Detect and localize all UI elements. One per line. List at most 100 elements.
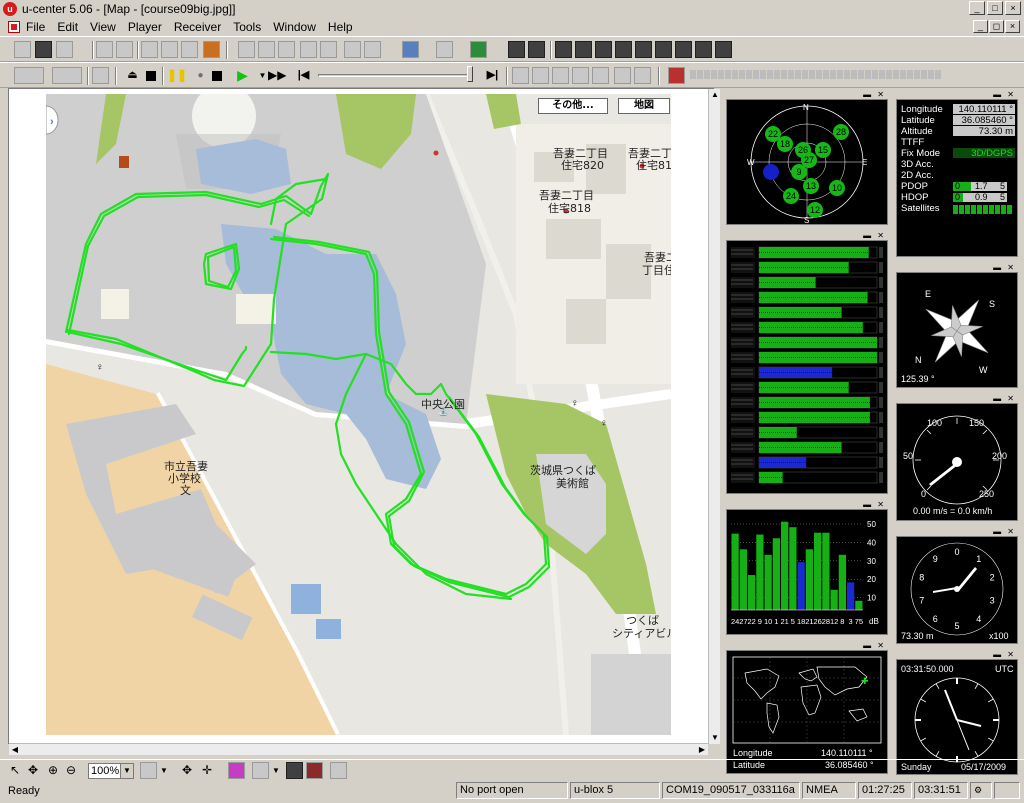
baudrate-icon[interactable] bbox=[52, 67, 82, 84]
layer-icon[interactable] bbox=[140, 762, 157, 779]
scroll-down-icon[interactable]: ▼ bbox=[709, 732, 721, 744]
deviation-map-icon[interactable] bbox=[470, 41, 487, 58]
text-console-icon[interactable] bbox=[300, 41, 317, 58]
compass-header: ▬ ✕ bbox=[896, 263, 1018, 272]
export-map-icon[interactable] bbox=[306, 762, 323, 779]
altimeter-tick: 6 bbox=[933, 614, 938, 624]
map-view-icon[interactable] bbox=[508, 41, 525, 58]
skip-end-icon[interactable]: ▶| bbox=[484, 67, 501, 84]
layer-dropdown-icon[interactable]: ▼ bbox=[160, 762, 177, 779]
fast-forward-icon[interactable]: ▶▶ bbox=[268, 67, 286, 84]
view-g-icon[interactable] bbox=[675, 41, 692, 58]
menu-file[interactable]: File bbox=[20, 20, 51, 34]
copy-icon[interactable] bbox=[161, 41, 178, 58]
autobaud-icon[interactable] bbox=[92, 67, 109, 84]
camera-icon[interactable] bbox=[203, 41, 220, 58]
zoom-in-icon[interactable]: ⊕ bbox=[48, 762, 65, 779]
save-icon[interactable] bbox=[35, 41, 52, 58]
mdi-restore-button[interactable]: ◻ bbox=[989, 20, 1004, 33]
open-map-icon[interactable] bbox=[252, 762, 269, 779]
record-icon[interactable]: ● bbox=[192, 67, 209, 84]
pause-icon[interactable]: ❚❚ bbox=[167, 67, 187, 84]
view-d-icon[interactable] bbox=[615, 41, 632, 58]
menu-view[interactable]: View bbox=[84, 20, 122, 34]
open-folder-icon[interactable] bbox=[56, 41, 73, 58]
map-view[interactable]: › ♀ ♀ ♀ ⛲ その他... 地図 吾妻二丁目 住宅820 吾妻二丁目 住宅… bbox=[46, 94, 671, 735]
view-b-icon[interactable] bbox=[575, 41, 592, 58]
menu-tools[interactable]: Tools bbox=[227, 20, 267, 34]
settings-icon[interactable] bbox=[330, 762, 347, 779]
docking-view-icon[interactable] bbox=[238, 41, 255, 58]
maximize-button[interactable]: □ bbox=[987, 1, 1003, 15]
map-vertical-scrollbar[interactable]: ▲ ▼ bbox=[708, 89, 720, 744]
tool-a-icon[interactable] bbox=[512, 67, 529, 84]
save-map-icon[interactable] bbox=[286, 762, 303, 779]
document-icon[interactable] bbox=[8, 21, 20, 33]
scroll-right-icon[interactable]: ▶ bbox=[696, 744, 708, 756]
map-map-button[interactable]: 地図 bbox=[618, 98, 670, 114]
tool-g-icon[interactable] bbox=[634, 67, 651, 84]
statistic-view-icon[interactable] bbox=[344, 41, 361, 58]
center-icon[interactable]: ✥ bbox=[182, 762, 199, 779]
messages-view-icon[interactable] bbox=[320, 41, 337, 58]
nmea-icon[interactable] bbox=[228, 762, 245, 779]
mdi-minimize-button[interactable]: _ bbox=[973, 20, 988, 33]
menu-help[interactable]: Help bbox=[322, 20, 359, 34]
mdi-close-button[interactable]: × bbox=[1005, 20, 1020, 33]
paste-icon[interactable] bbox=[181, 41, 198, 58]
scroll-up-icon[interactable]: ▲ bbox=[709, 89, 721, 101]
playback-slider[interactable] bbox=[318, 74, 470, 77]
tool-d-icon[interactable] bbox=[572, 67, 589, 84]
view-c-icon[interactable] bbox=[595, 41, 612, 58]
stop-record-icon[interactable] bbox=[212, 71, 222, 81]
minimize-button[interactable]: _ bbox=[969, 1, 985, 15]
eject-icon[interactable]: ⏏ bbox=[124, 67, 141, 84]
new-file-icon[interactable] bbox=[14, 41, 31, 58]
sat-row-label bbox=[731, 322, 755, 333]
altimeter-tick: 0 bbox=[954, 547, 959, 557]
menu-edit[interactable]: Edit bbox=[51, 20, 84, 34]
table-view-icon[interactable] bbox=[364, 41, 381, 58]
close-button[interactable]: × bbox=[1005, 1, 1021, 15]
rewind-start-icon[interactable]: |◀ bbox=[295, 67, 312, 84]
cut-icon[interactable] bbox=[141, 41, 158, 58]
zoom-out-icon[interactable]: ⊖ bbox=[66, 762, 83, 779]
stop-icon[interactable] bbox=[146, 71, 156, 81]
print-icon[interactable] bbox=[96, 41, 113, 58]
print-preview-icon[interactable] bbox=[116, 41, 133, 58]
chevron-down-icon[interactable]: ▼ bbox=[120, 764, 133, 778]
protocol-status: NMEA bbox=[802, 782, 856, 799]
tool-c-icon[interactable] bbox=[552, 67, 569, 84]
chart-view-icon[interactable] bbox=[402, 41, 419, 58]
sig-bar bbox=[814, 532, 822, 610]
track-icon[interactable]: ✛ bbox=[202, 762, 219, 779]
connection-icon[interactable] bbox=[14, 67, 44, 84]
tool-f-icon[interactable] bbox=[614, 67, 631, 84]
view-h-icon[interactable] bbox=[695, 41, 712, 58]
gear-icon[interactable]: ⚙ bbox=[970, 782, 992, 799]
binary-console-icon[interactable] bbox=[278, 41, 295, 58]
map-horizontal-scrollbar[interactable]: ◀ ▶ bbox=[9, 743, 708, 755]
view-a-icon[interactable] bbox=[555, 41, 572, 58]
zoom-select[interactable]: 100% ▼ bbox=[88, 763, 134, 779]
altimeter-tick: 8 bbox=[919, 573, 924, 583]
view-e-icon[interactable] bbox=[635, 41, 652, 58]
menu-player[interactable]: Player bbox=[122, 20, 168, 34]
pan-icon[interactable]: ✥ bbox=[28, 762, 45, 779]
view-f-icon[interactable] bbox=[655, 41, 672, 58]
histogram-icon[interactable] bbox=[436, 41, 453, 58]
view-i-icon[interactable] bbox=[715, 41, 732, 58]
alert-icon[interactable] bbox=[668, 67, 685, 84]
sky-view-icon[interactable] bbox=[528, 41, 545, 58]
pointer-icon[interactable]: ↖ bbox=[10, 762, 27, 779]
tool-e-icon[interactable] bbox=[592, 67, 609, 84]
scroll-left-icon[interactable]: ◀ bbox=[9, 744, 21, 756]
playback-slider-thumb[interactable] bbox=[467, 66, 473, 82]
dop-bar: 0 0.9 5 bbox=[953, 192, 1007, 202]
menu-window[interactable]: Window bbox=[267, 20, 322, 34]
play-icon[interactable]: ▶ bbox=[234, 67, 251, 84]
tool-b-icon[interactable] bbox=[532, 67, 549, 84]
menu-receiver[interactable]: Receiver bbox=[168, 20, 227, 34]
packet-console-icon[interactable] bbox=[258, 41, 275, 58]
map-other-button[interactable]: その他... bbox=[538, 98, 608, 114]
